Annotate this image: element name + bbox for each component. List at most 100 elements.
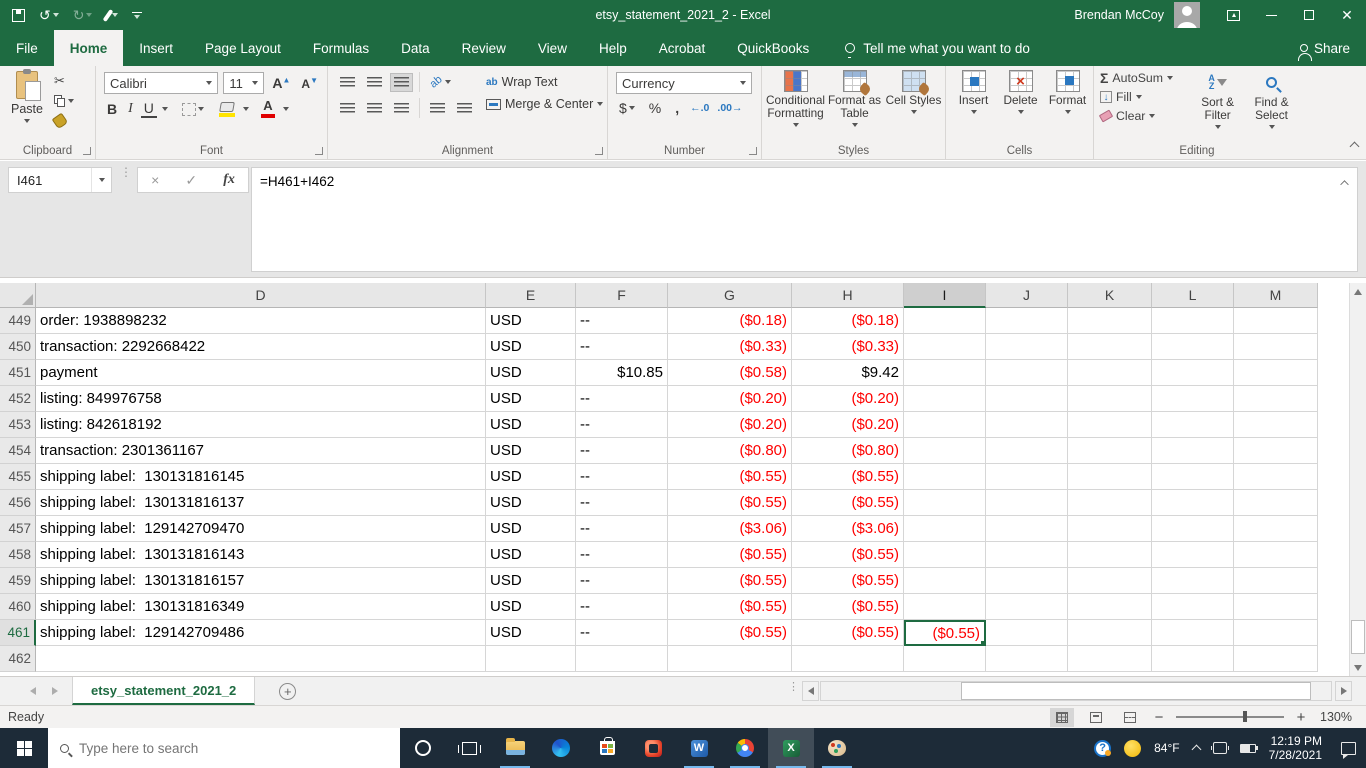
page-break-view-button[interactable] xyxy=(1118,708,1142,727)
formula-input[interactable]: =H461+I462 xyxy=(251,167,1358,272)
cell-E454[interactable]: USD xyxy=(486,438,576,464)
decrease-decimal-button[interactable]: .00→ xyxy=(717,102,742,114)
horizontal-scroll-grip[interactable]: ⋮ xyxy=(788,682,799,693)
taskbar-search-box[interactable] xyxy=(48,728,400,768)
cell-H462[interactable] xyxy=(792,646,904,672)
cell-K461[interactable] xyxy=(1068,620,1152,646)
cell-E457[interactable]: USD xyxy=(486,516,576,542)
cell-F450[interactable]: -- xyxy=(576,334,668,360)
cell-M460[interactable] xyxy=(1234,594,1318,620)
cell-D459[interactable]: shipping label: 130131816157 xyxy=(36,568,486,594)
cell-L449[interactable] xyxy=(1152,308,1234,334)
delete-cells-button[interactable]: × Delete xyxy=(997,70,1044,114)
enter-entry-button[interactable]: ✓ xyxy=(185,172,197,189)
cell-M453[interactable] xyxy=(1234,412,1318,438)
cell-H453[interactable]: ($0.20) xyxy=(792,412,904,438)
tab-acrobat[interactable]: Acrobat xyxy=(643,30,722,66)
cell-J452[interactable] xyxy=(986,386,1068,412)
row-header-458[interactable]: 458 xyxy=(0,542,36,568)
cell-K462[interactable] xyxy=(1068,646,1152,672)
vertical-scroll-thumb[interactable] xyxy=(1351,620,1365,654)
column-header-H[interactable]: H xyxy=(792,283,904,308)
cell-H456[interactable]: ($0.55) xyxy=(792,490,904,516)
autosum-button[interactable]: Σ AutoSum xyxy=(1100,70,1190,86)
office-button[interactable] xyxy=(630,728,676,768)
cell-M455[interactable] xyxy=(1234,464,1318,490)
cell-G460[interactable]: ($0.55) xyxy=(668,594,792,620)
column-header-E[interactable]: E xyxy=(486,283,576,308)
cell-L457[interactable] xyxy=(1152,516,1234,542)
cell-F460[interactable]: -- xyxy=(576,594,668,620)
cell-H460[interactable]: ($0.55) xyxy=(792,594,904,620)
cell-L451[interactable] xyxy=(1152,360,1234,386)
conditional-formatting-button[interactable]: Conditional Formatting xyxy=(766,70,825,127)
insert-cells-button[interactable]: Insert xyxy=(950,70,997,114)
format-painter-button[interactable] xyxy=(51,112,74,130)
zoom-slider-thumb[interactable] xyxy=(1242,711,1247,723)
scroll-right-button[interactable] xyxy=(1335,681,1352,701)
find-select-button[interactable]: Find & Select xyxy=(1245,70,1298,129)
cell-J460[interactable] xyxy=(986,594,1068,620)
cell-I462[interactable] xyxy=(904,646,986,672)
cell-D457[interactable]: shipping label: 129142709470 xyxy=(36,516,486,542)
tab-formulas[interactable]: Formulas xyxy=(297,30,385,66)
cell-E450[interactable]: USD xyxy=(486,334,576,360)
account-name[interactable]: Brendan McCoy xyxy=(1074,8,1164,22)
increase-font-button[interactable]: A▲ xyxy=(269,75,293,91)
cell-F451[interactable]: $10.85 xyxy=(576,360,668,386)
cell-F452[interactable]: -- xyxy=(576,386,668,412)
cell-J456[interactable] xyxy=(986,490,1068,516)
column-header-G[interactable]: G xyxy=(668,283,792,308)
middle-align-button[interactable] xyxy=(363,73,386,92)
customize-qat-button[interactable] xyxy=(132,11,143,19)
font-dialog-launcher-icon[interactable] xyxy=(315,147,323,155)
comma-style-button[interactable]: , xyxy=(672,100,682,116)
alignment-dialog-launcher-icon[interactable] xyxy=(595,147,603,155)
cell-I461[interactable]: ($0.55) xyxy=(904,620,986,646)
cell-M459[interactable] xyxy=(1234,568,1318,594)
tab-review[interactable]: Review xyxy=(446,30,522,66)
cell-M449[interactable] xyxy=(1234,308,1318,334)
store-button[interactable] xyxy=(584,728,630,768)
paint-button[interactable] xyxy=(814,728,860,768)
cell-D451[interactable]: payment xyxy=(36,360,486,386)
cell-L462[interactable] xyxy=(1152,646,1234,672)
row-header-457[interactable]: 457 xyxy=(0,516,36,542)
cell-G459[interactable]: ($0.55) xyxy=(668,568,792,594)
cell-J449[interactable] xyxy=(986,308,1068,334)
cell-L454[interactable] xyxy=(1152,438,1234,464)
cell-G453[interactable]: ($0.20) xyxy=(668,412,792,438)
chrome-button[interactable] xyxy=(722,728,768,768)
cell-K455[interactable] xyxy=(1068,464,1152,490)
cell-L458[interactable] xyxy=(1152,542,1234,568)
row-header-449[interactable]: 449 xyxy=(0,308,36,334)
row-header-462[interactable]: 462 xyxy=(0,646,36,672)
cell-H461[interactable]: ($0.55) xyxy=(792,620,904,646)
temperature-label[interactable]: 84°F xyxy=(1154,741,1179,755)
italic-button[interactable]: I xyxy=(125,101,136,117)
cell-I452[interactable] xyxy=(904,386,986,412)
edge-button[interactable] xyxy=(538,728,584,768)
collapse-ribbon-button[interactable] xyxy=(1349,139,1360,153)
cell-E458[interactable]: USD xyxy=(486,542,576,568)
insert-function-button[interactable]: fx xyxy=(223,172,235,188)
cell-G451[interactable]: ($0.58) xyxy=(668,360,792,386)
cell-L459[interactable] xyxy=(1152,568,1234,594)
clipboard-dialog-launcher-icon[interactable] xyxy=(83,147,91,155)
cell-M451[interactable] xyxy=(1234,360,1318,386)
battery-icon[interactable] xyxy=(1239,743,1259,753)
cell-I449[interactable] xyxy=(904,308,986,334)
row-header-460[interactable]: 460 xyxy=(0,594,36,620)
cell-I453[interactable] xyxy=(904,412,986,438)
start-button[interactable] xyxy=(0,728,48,768)
cell-J462[interactable] xyxy=(986,646,1068,672)
cell-H458[interactable]: ($0.55) xyxy=(792,542,904,568)
cell-I454[interactable] xyxy=(904,438,986,464)
cell-I460[interactable] xyxy=(904,594,986,620)
orientation-button[interactable]: ab xyxy=(426,72,455,92)
cell-G449[interactable]: ($0.18) xyxy=(668,308,792,334)
row-header-452[interactable]: 452 xyxy=(0,386,36,412)
column-header-D[interactable]: D xyxy=(36,283,486,308)
column-header-J[interactable]: J xyxy=(986,283,1068,308)
cell-styles-button[interactable]: Cell Styles xyxy=(884,70,943,127)
